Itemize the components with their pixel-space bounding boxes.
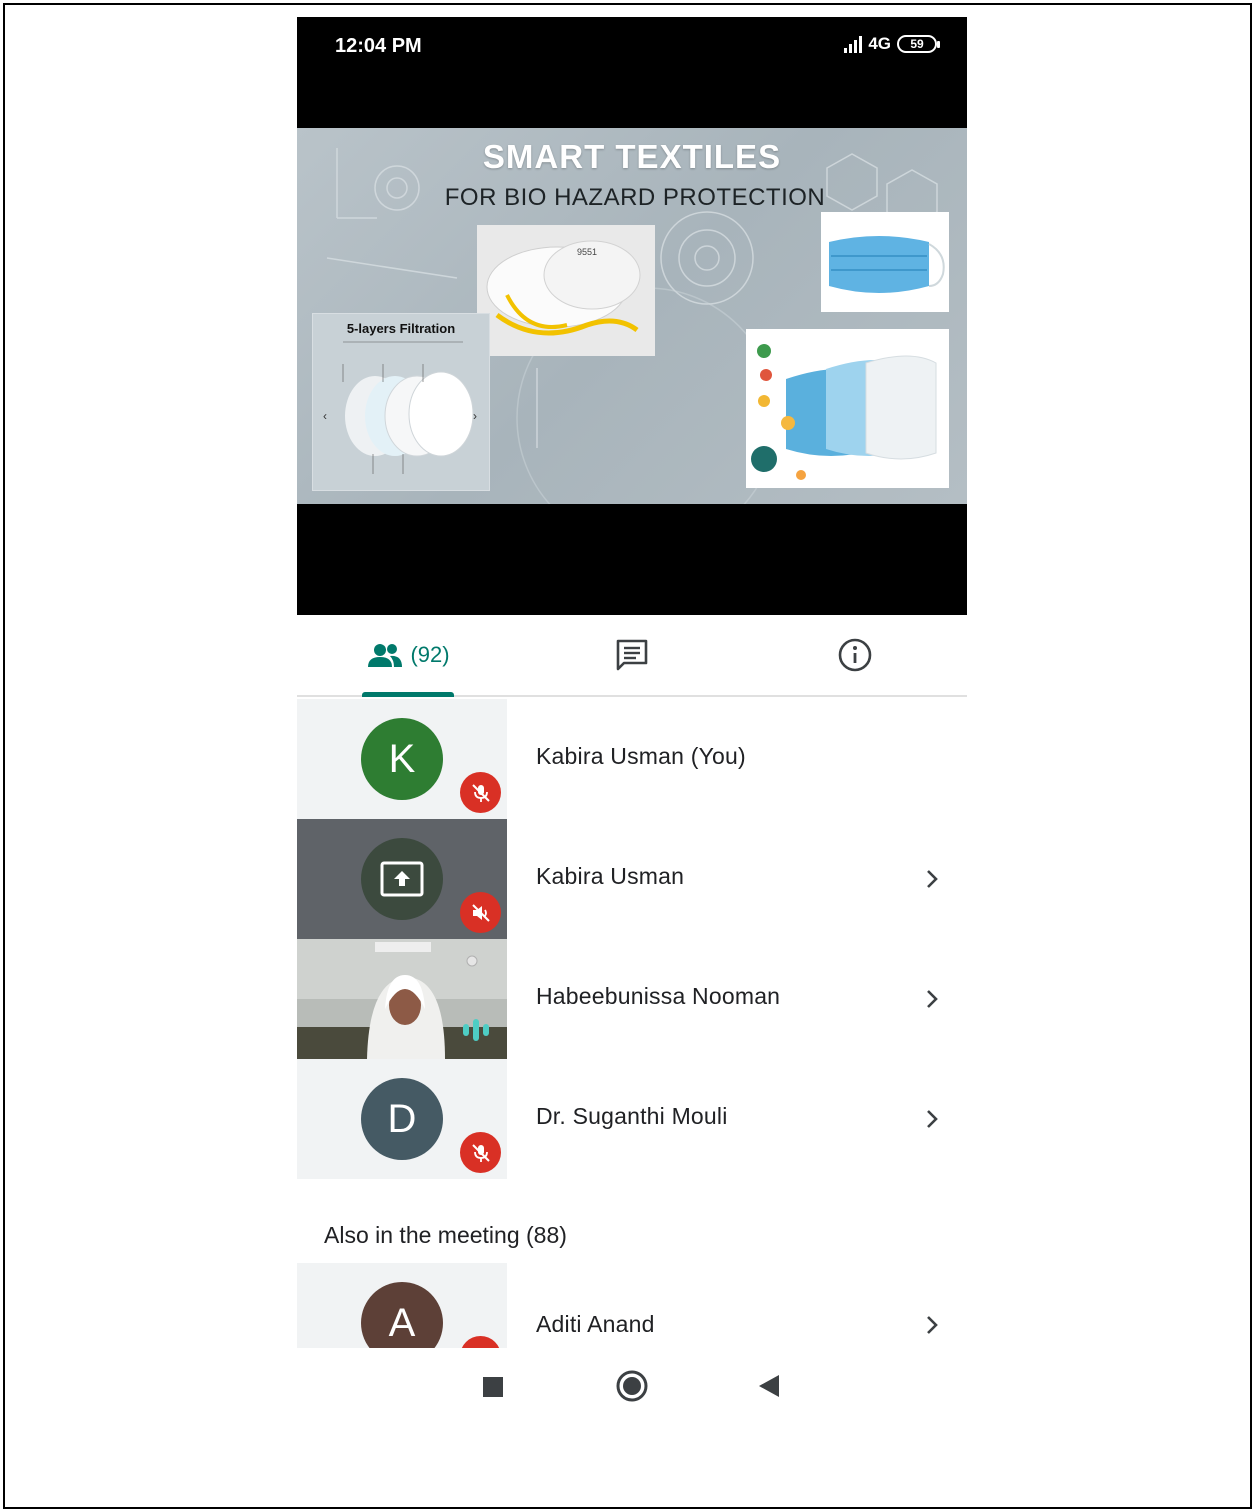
participant-row[interactable]: A Aditi Anand	[297, 1263, 967, 1348]
info-icon	[838, 638, 872, 672]
participant-tile: A	[297, 1263, 507, 1348]
network-type: 4G	[868, 34, 891, 53]
participant-tile: K	[297, 699, 507, 819]
slide-subtitle: FOR BIO HAZARD PROTECTION	[444, 184, 826, 211]
chevron-right-icon	[927, 870, 938, 888]
people-count: (92)	[410, 642, 450, 667]
participant-row[interactable]: Kabira Usman	[297, 819, 967, 939]
system-navigation-bar	[297, 1348, 967, 1417]
participant-video-frame	[297, 939, 507, 1059]
avatar: A	[361, 1282, 443, 1348]
tab-info[interactable]	[820, 615, 890, 695]
video-letterbox	[297, 504, 967, 615]
avatar: D	[361, 1078, 443, 1160]
also-in-meeting-heading: Also in the meeting (88)	[324, 1222, 567, 1248]
speaking-indicator-icon	[463, 1019, 489, 1041]
mic-off-icon	[460, 1132, 501, 1173]
active-tab-indicator	[362, 692, 454, 697]
chat-icon	[616, 639, 648, 671]
presentation-slide[interactable]: SMART TEXTILES FOR BIO HAZARD PROTECTION…	[297, 128, 967, 504]
chevron-right-icon	[927, 1110, 938, 1128]
participant-video-tile	[297, 939, 507, 1059]
triangle-back-icon	[759, 1375, 779, 1397]
mic-off-icon	[460, 772, 501, 813]
participant-name: Aditi Anand	[536, 1311, 655, 1337]
filtration-panel: 5-layers Filtration ‹ ›	[312, 313, 490, 491]
chevron-right-icon	[927, 1316, 938, 1334]
svg-text:9551: 9551	[577, 247, 597, 257]
avatar-initial: A	[388, 1300, 416, 1345]
participant-name: Kabira Usman (You)	[536, 743, 746, 769]
n95-mask-image: 9551	[477, 225, 655, 356]
back-button[interactable]	[757, 1366, 781, 1411]
chevron-right-icon	[927, 990, 938, 1008]
avatar	[361, 838, 443, 920]
participant-name: Dr. Suganthi Mouli	[536, 1103, 728, 1129]
svg-text:›: ›	[473, 409, 477, 423]
avatar-initial: K	[388, 736, 416, 781]
participant-row[interactable]: K Kabira Usman (You)	[297, 699, 967, 819]
status-time: 12:04 PM	[335, 35, 422, 57]
also-in-meeting-list[interactable]: A Aditi Anand	[297, 1263, 967, 1348]
tab-people[interactable]: (92)	[361, 615, 457, 697]
meeting-tabs: (92)	[297, 615, 967, 697]
circle-icon	[616, 1370, 648, 1402]
tab-chat[interactable]	[597, 615, 667, 695]
mask-layers-image	[746, 329, 949, 488]
participant-name: Habeebunissa Nooman	[536, 983, 781, 1009]
recents-button[interactable]	[482, 1366, 504, 1411]
slide-title: SMART TEXTILES	[482, 138, 782, 175]
square-icon	[483, 1377, 503, 1397]
avatar: K	[361, 718, 443, 800]
phone-screen: 12:04 PM 4G 59 SMART TEXTILES FOR BIO HA…	[297, 17, 967, 1417]
participant-tile: D	[297, 1059, 507, 1179]
mic-off-icon	[460, 1336, 501, 1348]
avatar-initial: D	[387, 1096, 417, 1141]
present-screen-icon	[380, 861, 424, 897]
participant-tile	[297, 819, 507, 939]
signal-icon	[844, 35, 863, 53]
status-indicators: 4G 59	[844, 34, 940, 54]
battery-icon: 59	[897, 35, 940, 53]
participant-name: Kabira Usman	[536, 863, 685, 889]
participant-row[interactable]: D Dr. Suganthi Mouli	[297, 1059, 967, 1179]
surgical-mask-image	[821, 212, 949, 312]
volume-off-icon	[460, 892, 501, 933]
home-button[interactable]	[615, 1366, 649, 1411]
participant-row[interactable]: Habeebunissa Nooman	[297, 939, 967, 1059]
people-icon	[368, 644, 403, 667]
battery-level: 59	[910, 37, 924, 51]
svg-text:‹: ‹	[323, 409, 327, 423]
